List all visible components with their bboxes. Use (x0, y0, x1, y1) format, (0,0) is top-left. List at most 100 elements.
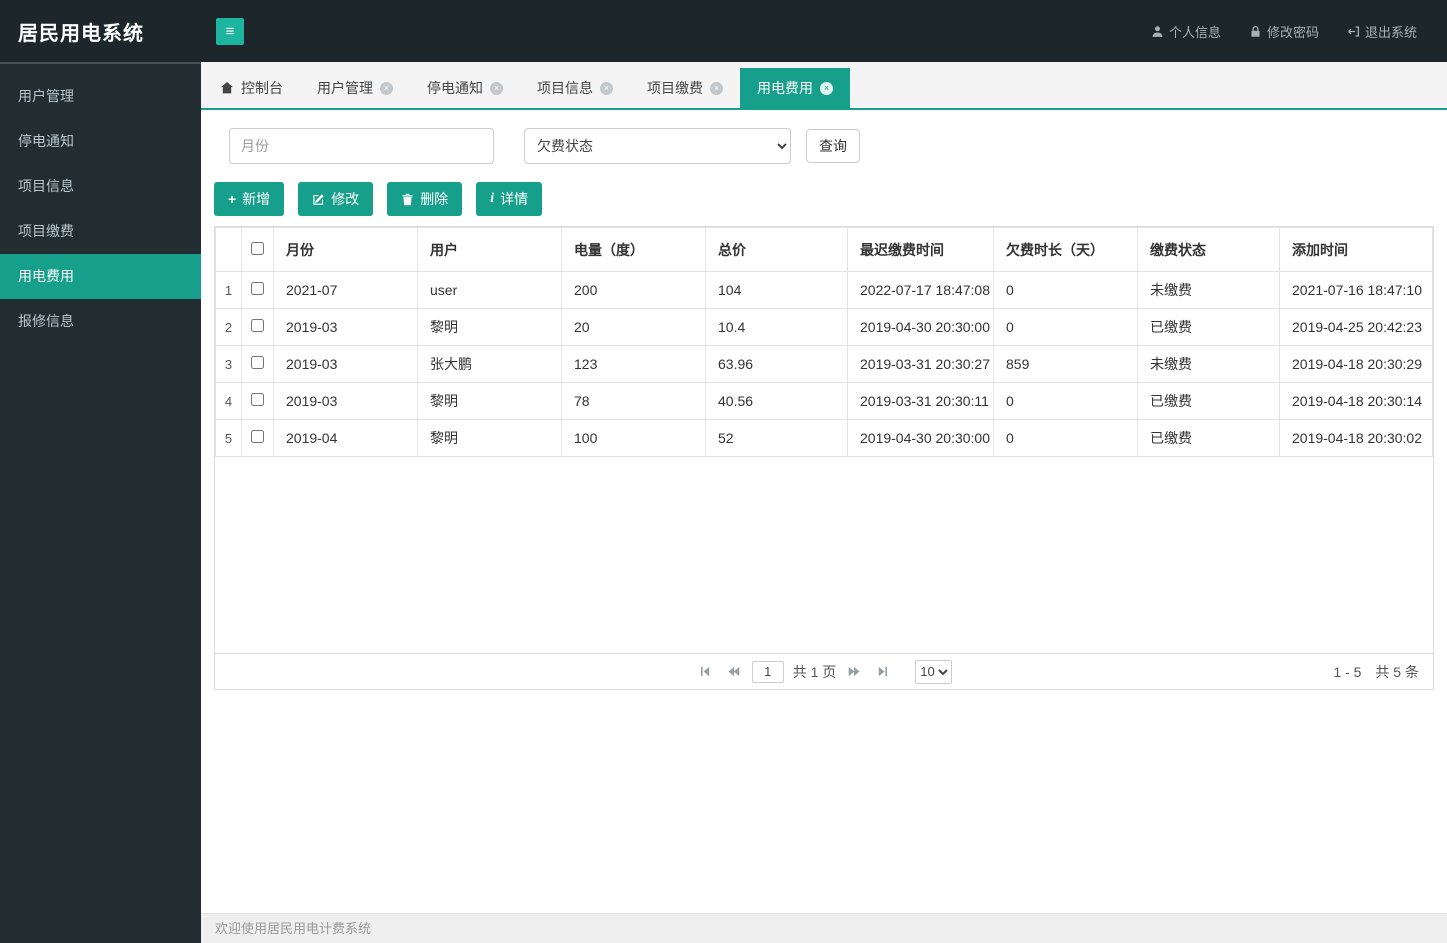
month-filter-input[interactable] (229, 128, 494, 164)
pagination-bar: 共 1 页 10 1 - 5 共 5 条 (215, 653, 1433, 689)
logout-icon (1347, 25, 1360, 38)
records-range-label: 1 - 5 共 5 条 (1333, 662, 1419, 682)
tab-user-management[interactable]: 用户管理 × (300, 68, 410, 108)
cell-status: 已缴费 (1138, 420, 1280, 457)
row-select-cell (242, 272, 274, 309)
tab-electricity-fee[interactable]: 用电费用 × (740, 68, 850, 108)
page-number-input[interactable] (752, 661, 784, 683)
row-checkbox[interactable] (251, 282, 264, 295)
delete-button[interactable]: 删除 (387, 182, 462, 216)
row-select-cell (242, 346, 274, 383)
trash-icon (401, 193, 414, 206)
lock-icon (1249, 25, 1262, 38)
cell-energy: 20 (562, 309, 706, 346)
tab-close-icon[interactable]: × (380, 82, 393, 95)
user-icon (1151, 25, 1164, 38)
sidebar-item-label: 项目缴费 (18, 223, 74, 239)
next-page-button[interactable] (845, 662, 864, 681)
change-password-link[interactable]: 修改密码 (1249, 22, 1319, 41)
table-header-row: 月份 用户 电量（度） 总价 最迟缴费时间 欠费时长（天） 缴费状态 添加时间 (216, 228, 1433, 272)
cell-month: 2019-03 (274, 383, 418, 420)
sidebar-item-label: 用户管理 (18, 88, 74, 104)
first-page-button[interactable] (696, 662, 715, 681)
cell-energy: 200 (562, 272, 706, 309)
add-button[interactable]: + 新增 (214, 182, 284, 216)
home-icon (220, 81, 234, 95)
sidebar-item-project-payment[interactable]: 项目缴费 (0, 209, 201, 254)
cell-created: 2021-07-16 18:47:10 (1280, 272, 1433, 309)
cell-overdue-days: 0 (994, 420, 1138, 457)
table-row[interactable]: 4 2019-03 黎明 78 40.56 2019-03-31 20:30:1… (216, 383, 1433, 420)
cell-deadline: 2022-07-17 18:47:08 (848, 272, 994, 309)
cell-overdue-days: 0 (994, 383, 1138, 420)
layout: 用户管理 停电通知 项目信息 项目缴费 用电费用 报修信息 控制台 用户管理 ×… (0, 62, 1447, 943)
detail-button[interactable]: i 详情 (476, 182, 542, 216)
tab-close-icon[interactable]: × (820, 82, 833, 95)
logout-link[interactable]: 退出系统 (1347, 22, 1417, 41)
tab-project-payment[interactable]: 项目缴费 × (630, 68, 740, 108)
cell-month: 2019-03 (274, 346, 418, 383)
row-select-cell (242, 309, 274, 346)
arrears-status-select[interactable]: 欠费状态 (524, 128, 791, 164)
profile-link[interactable]: 个人信息 (1151, 22, 1221, 41)
table-row[interactable]: 2 2019-03 黎明 20 10.4 2019-04-30 20:30:00… (216, 309, 1433, 346)
tab-label: 项目信息 (537, 78, 593, 98)
total-pages-label: 共 1 页 (793, 662, 837, 682)
profile-link-label: 个人信息 (1169, 22, 1221, 41)
table-row[interactable]: 5 2019-04 黎明 100 52 2019-04-30 20:30:00 … (216, 420, 1433, 457)
row-select-cell (242, 383, 274, 420)
row-checkbox[interactable] (251, 356, 264, 369)
cell-user: 张大鹏 (418, 346, 562, 383)
column-header-overdue-days: 欠费时长（天） (994, 228, 1138, 272)
tab-close-icon[interactable]: × (490, 82, 503, 95)
row-checkbox[interactable] (251, 319, 264, 332)
row-checkbox[interactable] (251, 430, 264, 443)
tab-close-icon[interactable]: × (710, 82, 723, 95)
row-seq: 4 (216, 383, 242, 420)
cell-energy: 78 (562, 383, 706, 420)
sidebar-item-project-info[interactable]: 项目信息 (0, 164, 201, 209)
sidebar-item-repair-info[interactable]: 报修信息 (0, 299, 201, 344)
plus-icon: + (228, 192, 236, 206)
cell-total: 40.56 (706, 383, 848, 420)
cell-deadline: 2019-03-31 20:30:11 (848, 383, 994, 420)
footer: 欢迎使用居民用电计费系统 (201, 913, 1447, 943)
tab-close-icon[interactable]: × (600, 82, 613, 95)
info-icon: i (490, 192, 494, 206)
column-header-total: 总价 (706, 228, 848, 272)
sidebar-item-user-management[interactable]: 用户管理 (0, 74, 201, 119)
action-toolbar: + 新增 修改 删除 i 详情 (214, 182, 1434, 216)
search-button[interactable]: 查询 (806, 129, 860, 163)
cell-created: 2019-04-18 20:30:02 (1280, 420, 1433, 457)
prev-page-button[interactable] (724, 662, 743, 681)
sidebar-item-outage-notice[interactable]: 停电通知 (0, 119, 201, 164)
detail-button-label: 详情 (500, 189, 528, 209)
row-select-cell (242, 420, 274, 457)
cell-deadline: 2019-03-31 20:30:27 (848, 346, 994, 383)
sidebar-item-label: 报修信息 (18, 313, 74, 329)
sidebar-item-label: 用电费用 (18, 268, 74, 284)
last-page-button[interactable] (873, 662, 892, 681)
edit-button[interactable]: 修改 (298, 182, 373, 216)
main-area: 控制台 用户管理 × 停电通知 × 项目信息 × 项目缴费 × 用电费用 × (201, 62, 1447, 943)
sidebar: 用户管理 停电通知 项目信息 项目缴费 用电费用 报修信息 (0, 62, 201, 943)
cell-month: 2019-04 (274, 420, 418, 457)
seq-column-header (216, 228, 242, 272)
footer-text: 欢迎使用居民用电计费系统 (215, 921, 371, 936)
tab-console[interactable]: 控制台 (203, 68, 300, 108)
column-header-month: 月份 (274, 228, 418, 272)
table-row[interactable]: 3 2019-03 张大鹏 123 63.96 2019-03-31 20:30… (216, 346, 1433, 383)
select-all-checkbox[interactable] (251, 242, 264, 255)
tab-label: 控制台 (241, 78, 283, 98)
sidebar-item-electricity-fee[interactable]: 用电费用 (0, 254, 201, 299)
tab-outage-notice[interactable]: 停电通知 × (410, 68, 520, 108)
tab-project-info[interactable]: 项目信息 × (520, 68, 630, 108)
row-checkbox[interactable] (251, 393, 264, 406)
page-size-select[interactable]: 10 (915, 660, 952, 684)
cell-created: 2019-04-18 20:30:14 (1280, 383, 1433, 420)
sidebar-toggle-button[interactable]: ≡ (216, 18, 244, 45)
tab-bar: 控制台 用户管理 × 停电通知 × 项目信息 × 项目缴费 × 用电费用 × (201, 62, 1447, 110)
cell-created: 2019-04-18 20:30:29 (1280, 346, 1433, 383)
select-all-header (242, 228, 274, 272)
table-row[interactable]: 1 2021-07 user 200 104 2022-07-17 18:47:… (216, 272, 1433, 309)
